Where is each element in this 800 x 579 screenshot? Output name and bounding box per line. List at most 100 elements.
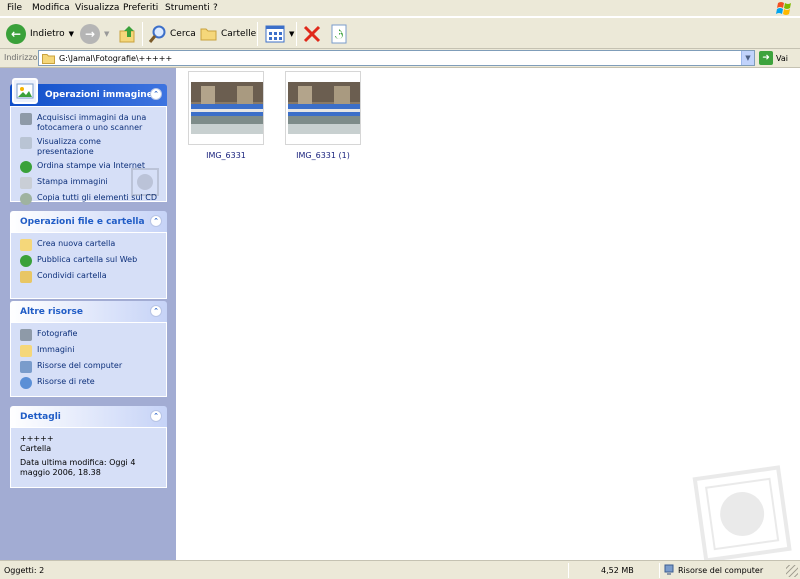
file-tasks-body: Crea nuova cartella Pubblica cartella su… — [10, 232, 167, 299]
folders-button[interactable]: Cartelle — [199, 22, 256, 46]
task-label: Ordina stampe via Internet — [37, 161, 145, 170]
collapse-chevron-icon[interactable]: ⌃ — [150, 215, 162, 227]
other-places-header[interactable]: Altre risorse ⌃ — [10, 301, 167, 322]
details-header[interactable]: Dettagli ⌃ — [10, 406, 167, 427]
picture-tasks-icon — [12, 78, 38, 104]
watermark-icon — [131, 168, 159, 196]
file-name-img-6331-1[interactable]: IMG_6331 (1) — [268, 151, 378, 160]
views-dropdown-icon[interactable]: ▼ — [289, 30, 294, 38]
other-places-title: Altre risorse — [20, 307, 83, 317]
status-bar: Oggetti: 2 4,52 MB Risorse del computer — [0, 560, 800, 579]
address-label: Indirizzo — [4, 53, 38, 62]
collapse-chevron-icon[interactable]: ⌃ — [150, 410, 162, 422]
place-label: Risorse del computer — [37, 361, 123, 370]
cd-icon — [20, 193, 32, 205]
address-value: G:\Jamal\Fotografie\+++++ — [59, 53, 173, 63]
forward-button[interactable]: → ▼ — [80, 22, 109, 46]
menu-modifica[interactable]: Modifica — [32, 3, 70, 13]
menu-strumenti[interactable]: Strumenti — [165, 3, 210, 13]
task-pane: Operazioni immagine ⌃ Acquisisci immagin… — [0, 68, 176, 560]
status-size: 4,52 MB — [601, 566, 634, 575]
photos-folder-icon — [20, 329, 32, 341]
status-location: Risorse del computer — [678, 566, 764, 575]
task-label: Crea nuova cartella — [37, 239, 116, 248]
collapse-chevron-icon[interactable]: ⌃ — [150, 88, 162, 100]
task-slideshow[interactable]: Visualizza come presentazione — [20, 137, 158, 157]
search-icon — [148, 25, 166, 43]
image-tasks-header[interactable]: Operazioni immagine ⌃ — [10, 78, 167, 106]
details-title: Dettagli — [20, 412, 61, 422]
go-arrow-icon: ➜ — [759, 51, 773, 65]
go-label: Vai — [776, 53, 788, 63]
menu-file[interactable]: File — [7, 3, 22, 13]
task-new-folder[interactable]: Crea nuova cartella — [20, 239, 158, 251]
details-type: Cartella — [20, 444, 52, 453]
forward-dropdown-icon[interactable]: ▼ — [104, 30, 109, 38]
image-tasks-body: Acquisisci immagini da una fotocamera o … — [10, 106, 167, 205]
resize-grip[interactable] — [786, 565, 798, 577]
menu-help[interactable]: ? — [213, 3, 218, 13]
menu-preferiti[interactable]: Preferiti — [123, 3, 158, 13]
menu-bar: File Modifica Visualizza Preferiti Strum… — [0, 0, 800, 17]
folders-label: Cartelle — [221, 29, 257, 39]
up-folder-button[interactable] — [118, 22, 138, 46]
pictures-folder-icon — [20, 345, 32, 357]
details-body: +++++ Cartella Data ultima modifica: Ogg… — [10, 427, 167, 488]
computer-icon — [20, 361, 32, 373]
search-label: Cerca — [170, 29, 196, 39]
status-object-count: Oggetti: 2 — [4, 566, 45, 575]
back-label: Indietro — [30, 29, 65, 39]
place-label: Risorse di rete — [37, 377, 95, 386]
file-view: IMG_6331 IMG_6331 (1) — [176, 68, 800, 563]
details-modified: Data ultima modifica: Oggi 4 maggio 2006… — [20, 458, 136, 477]
share-folder-icon — [20, 271, 32, 283]
place-my-computer[interactable]: Risorse del computer — [20, 361, 158, 373]
thumbnail-img-6331-1[interactable] — [285, 71, 361, 145]
toolbar: ← Indietro ▼ → ▼ Cerca Cartelle ▼ — [0, 17, 800, 49]
slideshow-icon — [20, 137, 32, 149]
image-tasks-panel: Operazioni immagine ⌃ Acquisisci immagin… — [10, 78, 167, 205]
details-name: +++++ — [20, 434, 54, 443]
place-label: Immagini — [37, 345, 75, 354]
publish-web-icon — [20, 255, 32, 267]
back-arrow-icon: ← — [6, 24, 26, 44]
place-immagini[interactable]: Immagini — [20, 345, 158, 357]
place-label: Fotografie — [37, 329, 78, 338]
search-button[interactable]: Cerca — [148, 22, 196, 46]
views-button[interactable]: ▼ — [265, 22, 294, 46]
task-label: Stampa immagini — [37, 177, 108, 186]
camera-icon — [20, 113, 32, 125]
views-icon — [265, 25, 285, 43]
other-places-body: Fotografie Immagini Risorse del computer… — [10, 322, 167, 397]
windows-logo-icon — [776, 2, 791, 15]
file-name-img-6331[interactable]: IMG_6331 — [171, 151, 281, 160]
computer-icon — [664, 564, 674, 578]
go-button[interactable]: ➜ Vai — [759, 51, 788, 65]
photo-thumbnail — [288, 82, 360, 134]
task-publish-web[interactable]: Pubblica cartella sul Web — [20, 255, 158, 267]
undo-icon — [331, 24, 347, 44]
undo-button[interactable] — [330, 22, 348, 46]
task-acquire-images[interactable]: Acquisisci immagini da una fotocamera o … — [20, 113, 158, 133]
task-share-folder[interactable]: Condividi cartella — [20, 271, 158, 283]
delete-button[interactable] — [303, 22, 321, 46]
file-tasks-header[interactable]: Operazioni file e cartella ⌃ — [10, 211, 167, 232]
menu-visualizza[interactable]: Visualizza — [75, 3, 119, 13]
other-places-panel: Altre risorse ⌃ Fotografie Immagini Riso… — [10, 301, 167, 397]
place-fotografie[interactable]: Fotografie — [20, 329, 158, 341]
file-tasks-title: Operazioni file e cartella — [20, 217, 145, 227]
network-icon — [20, 377, 32, 389]
up-folder-icon — [119, 26, 135, 43]
address-input[interactable]: G:\Jamal\Fotografie\+++++ ▼ — [38, 50, 755, 66]
thumbnail-img-6331[interactable] — [188, 71, 264, 145]
place-network[interactable]: Risorse di rete — [20, 377, 158, 389]
image-tasks-title: Operazioni immagine — [45, 90, 153, 100]
address-bar: Indirizzo G:\Jamal\Fotografie\+++++ ▼ ➜ … — [0, 49, 800, 68]
back-dropdown-icon[interactable]: ▼ — [69, 30, 74, 38]
address-dropdown-icon[interactable]: ▼ — [741, 51, 754, 65]
collapse-chevron-icon[interactable]: ⌃ — [150, 305, 162, 317]
back-button[interactable]: ← Indietro ▼ — [6, 22, 74, 46]
new-folder-icon — [20, 239, 32, 251]
folders-icon — [200, 28, 217, 41]
globe-icon — [20, 161, 32, 173]
